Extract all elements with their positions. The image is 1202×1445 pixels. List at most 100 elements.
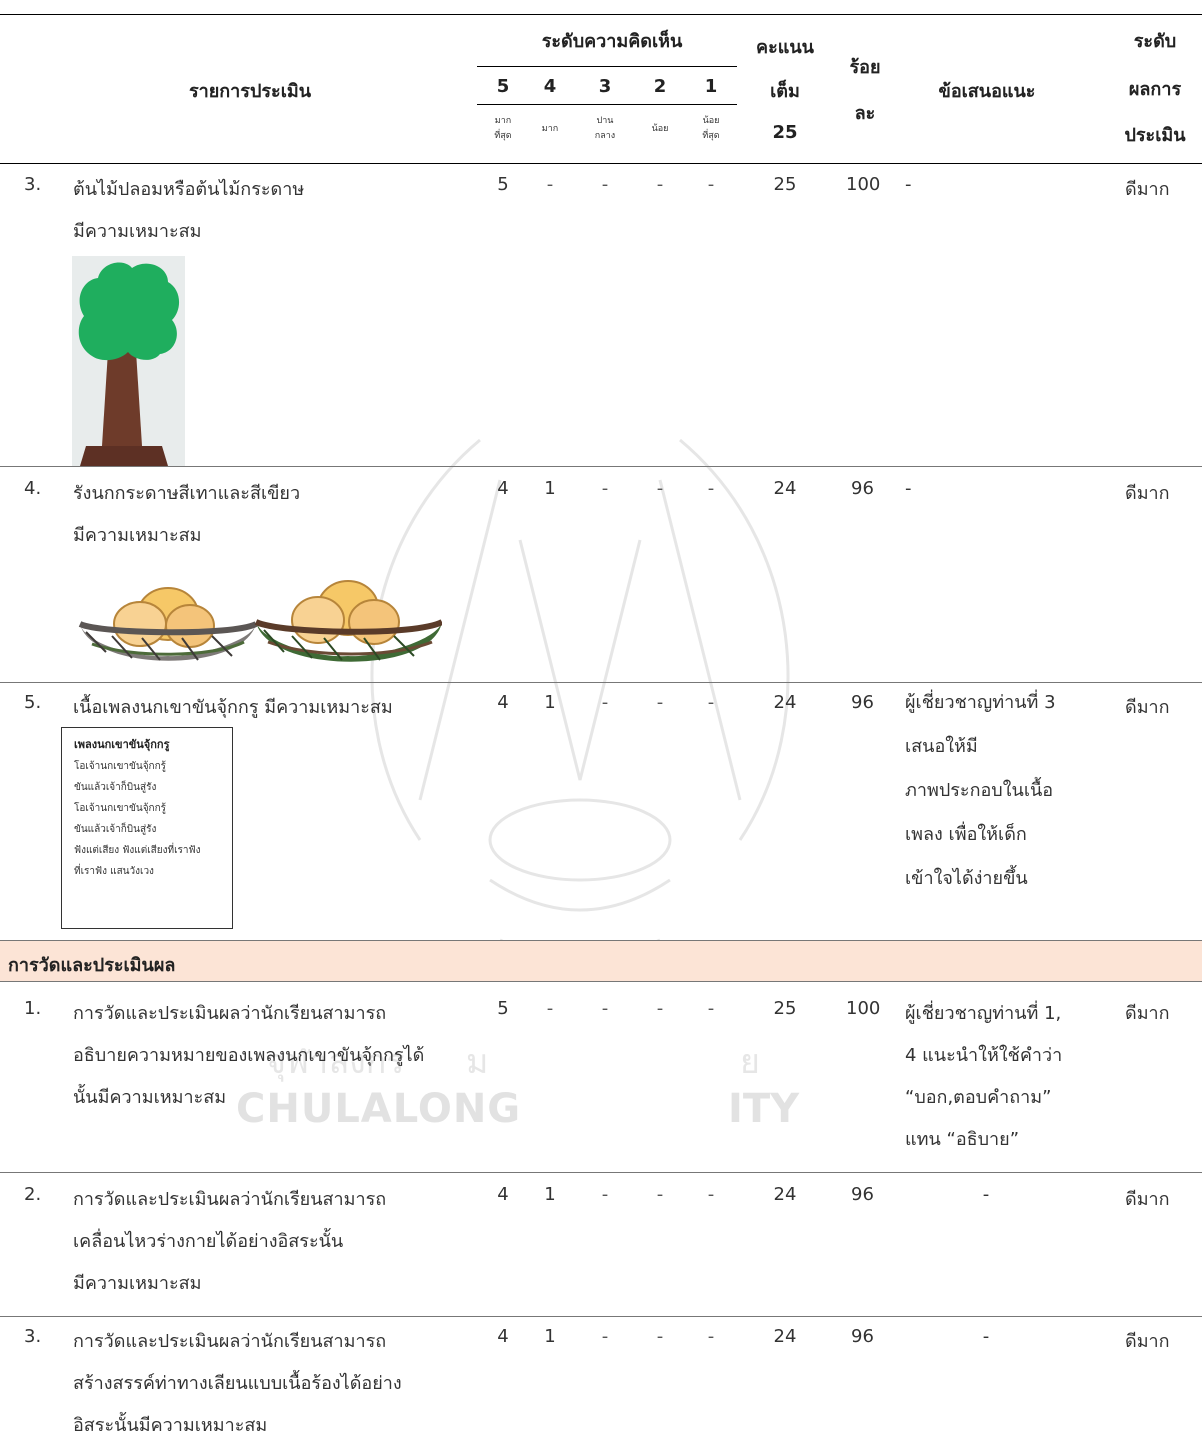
row-number: 2.	[24, 1184, 42, 1205]
row-text-line: มีความเหมาะสม	[73, 525, 202, 546]
row-number: 3.	[24, 1326, 42, 1347]
header-score-line3: 25	[772, 122, 798, 143]
score-5-cell: 5	[497, 174, 509, 195]
suggestion-cell: -	[905, 174, 912, 195]
song-lyrics-line: ขันแล้วเจ้าก็บินสู่รัง	[74, 782, 157, 793]
row-divider	[0, 682, 1202, 683]
scale-label-divider	[477, 104, 737, 105]
suggestion-line: ผู้เชี่ยวชาญท่านที่ 1,	[905, 1003, 1062, 1024]
suggestion-line: ภาพประกอบในเนื้อ	[905, 780, 1054, 801]
suggestion-cell: -	[905, 478, 912, 499]
score-2-cell: -	[656, 1326, 664, 1347]
suggestion-cell: -	[982, 1184, 990, 1205]
score-5-cell: 4	[497, 1184, 509, 1205]
score-1-cell: -	[707, 1184, 715, 1205]
score-3-cell: -	[601, 174, 609, 195]
score-4-cell: 1	[544, 1184, 556, 1205]
suggestion-line: เพลง เพื่อให้เด็ก	[905, 824, 1027, 845]
score-1-cell: -	[707, 174, 715, 195]
scale-label-2: น้อย	[651, 124, 669, 134]
percent-cell: 96	[851, 478, 874, 499]
score-3-cell: -	[601, 692, 609, 713]
score-1-cell: -	[707, 692, 715, 713]
watermark-text: ม	[466, 1042, 489, 1082]
row-text-line: สร้างสรรค์ท่าทางเลียนแบบเนื้อร้องได้อย่า…	[73, 1373, 402, 1394]
score-3-cell: -	[601, 1326, 609, 1347]
song-lyrics-title: เพลงนกเขาขันจุ้กกรู	[74, 738, 170, 751]
row-text-line: การวัดและประเมินผลว่านักเรียนสามารถ	[73, 1189, 387, 1210]
row-text-line: นั้นมีความเหมาะสม	[73, 1087, 227, 1108]
result-cell: ดีมาก	[1125, 697, 1170, 718]
header-result-line1: ระดับ	[1133, 31, 1177, 52]
header-scale-3: 3	[598, 76, 612, 97]
song-lyrics-line: โอเจ้านกเขาขันจุ้กกรู้	[74, 761, 167, 772]
row-text-line: การวัดและประเมินผลว่านักเรียนสามารถ	[73, 1003, 387, 1024]
row-text-line: รังนกกระดาษสีเทาและสีเขียว	[73, 483, 301, 504]
score-5-cell: 4	[497, 692, 509, 713]
suggestion-line: ผู้เชี่ยวชาญท่านที่ 3	[905, 692, 1056, 713]
header-bottom-rule	[0, 163, 1202, 164]
section-band: การวัดและประเมินผล	[0, 941, 1202, 981]
scale-divider	[477, 66, 737, 67]
header-score-line2: เต็ม	[770, 81, 800, 102]
row-text-line: การวัดและประเมินผลว่านักเรียนสามารถ	[73, 1331, 387, 1352]
song-lyrics-box: เพลงนกเขาขันจุ้กกรู โอเจ้านกเขาขันจุ้กกร…	[61, 727, 233, 929]
watermark-text: CHULALONG	[236, 1086, 522, 1132]
suggestion-line: แทน “อธิบาย”	[905, 1129, 1020, 1150]
row-divider	[0, 981, 1202, 982]
row-divider	[0, 1316, 1202, 1317]
full-score-cell: 24	[773, 478, 797, 499]
score-3-cell: -	[601, 998, 609, 1019]
score-2-cell: -	[656, 692, 664, 713]
suggestion-cell: -	[982, 1326, 990, 1347]
song-lyrics-line: โอเจ้านกเขาขันจุ้กกรู้	[74, 803, 167, 814]
score-3-cell: -	[601, 478, 609, 499]
row-divider	[0, 466, 1202, 467]
header-scale-1: 1	[704, 76, 718, 97]
score-4-cell: 1	[544, 1326, 556, 1347]
header-percent-line2: ละ	[854, 103, 876, 124]
row-number: 3.	[24, 174, 42, 195]
score-4-cell: -	[546, 174, 554, 195]
row-number: 4.	[24, 478, 42, 499]
paper-tree-image	[72, 256, 185, 466]
scale-label-5: มาก ที่สุด	[494, 116, 512, 141]
row-text-line: ต้นไม้ปลอมหรือต้นไม้กระดาษ	[73, 179, 305, 200]
row-text-line: มีความเหมาะสม	[73, 221, 202, 242]
header-score-line1: คะแนน	[756, 37, 814, 58]
header-scale-5: 5	[496, 76, 510, 97]
row-number: 1.	[24, 998, 42, 1019]
score-4-cell: -	[546, 998, 554, 1019]
result-cell: ดีมาก	[1125, 179, 1170, 200]
header-opinion-group: ระดับความคิดเห็น	[541, 31, 683, 52]
score-5-cell: 4	[497, 1326, 509, 1347]
song-lyrics-line: ขันแล้วเจ้าก็บินสู่รัง	[74, 824, 157, 835]
suggestion-line: 4 แนะนำให้ใช้คำว่า	[905, 1045, 1063, 1066]
header-percent-line1: ร้อย	[849, 57, 881, 78]
header-scale-4: 4	[543, 76, 557, 97]
percent-cell: 96	[851, 692, 874, 713]
row-number: 5.	[24, 692, 42, 713]
scale-label-4: มาก	[541, 124, 559, 134]
row-text-line: เนื้อเพลงนกเขาขันจุ้กกรู มีความเหมาะสม	[73, 697, 393, 718]
score-5-cell: 4	[497, 478, 509, 499]
score-3-cell: -	[601, 1184, 609, 1205]
percent-cell: 100	[846, 998, 881, 1019]
watermark-text: ย	[740, 1042, 760, 1082]
percent-cell: 96	[851, 1326, 874, 1347]
suggestion-line: เข้าใจได้ง่ายขึ้น	[905, 868, 1028, 889]
full-score-cell: 25	[773, 998, 797, 1019]
result-cell: ดีมาก	[1125, 1189, 1170, 1210]
result-cell: ดีมาก	[1125, 1003, 1170, 1024]
score-4-cell: 1	[544, 478, 556, 499]
score-4-cell: 1	[544, 692, 556, 713]
section-title: การวัดและประเมินผล	[8, 955, 176, 976]
score-2-cell: -	[656, 998, 664, 1019]
row-divider	[0, 1172, 1202, 1173]
watermark-text: ITY	[728, 1086, 800, 1132]
header-top-rule	[0, 14, 1202, 15]
full-score-cell: 24	[773, 1184, 797, 1205]
row-text-line: เคลื่อนไหวร่างกายได้อย่างอิสระนั้น	[73, 1231, 344, 1252]
result-cell: ดีมาก	[1125, 1331, 1170, 1352]
row-text-line: มีความเหมาะสม	[73, 1273, 202, 1294]
